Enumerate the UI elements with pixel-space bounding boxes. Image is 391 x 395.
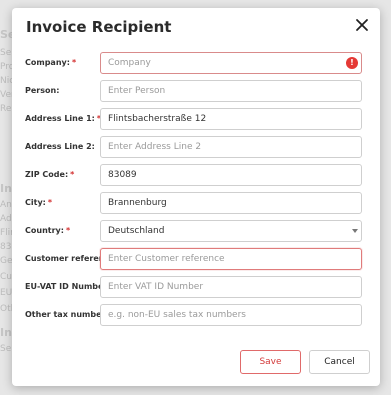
city-label: City: * bbox=[25, 198, 53, 207]
city-input[interactable] bbox=[100, 192, 362, 214]
address-line-1-row: Address Line 1: * bbox=[12, 108, 380, 130]
chevron-down-icon bbox=[352, 229, 358, 233]
required-marker: * bbox=[47, 198, 53, 207]
error-icon: ! bbox=[346, 57, 358, 69]
required-marker: * bbox=[70, 170, 75, 179]
other-tax-row: Other tax numbers: bbox=[12, 304, 380, 326]
zip-code-input[interactable] bbox=[100, 164, 362, 186]
company-label: Company: * bbox=[25, 58, 77, 67]
customer-reference-input[interactable] bbox=[100, 248, 362, 270]
other-tax-input[interactable] bbox=[100, 304, 362, 326]
customer-reference-row: Customer reference: bbox=[12, 248, 380, 270]
company-input[interactable] bbox=[100, 52, 362, 74]
address-line-1-label: Address Line 1: * bbox=[25, 114, 102, 123]
address-line-2-row: Address Line 2: bbox=[12, 136, 380, 158]
invoice-recipient-dialog: Invoice Recipient Company:* ! Person: Ad… bbox=[12, 8, 380, 386]
required-marker: * bbox=[71, 58, 77, 67]
vat-id-input[interactable] bbox=[100, 276, 362, 298]
vat-id-label: EU-VAT ID Number: bbox=[25, 282, 111, 291]
required-marker: * bbox=[65, 226, 71, 235]
address-line-1-input[interactable] bbox=[100, 108, 362, 130]
city-row: City: * bbox=[12, 192, 380, 214]
vat-id-row: EU-VAT ID Number: bbox=[12, 276, 380, 298]
zip-code-row: ZIP Code: * bbox=[12, 164, 380, 186]
address-line-2-label: Address Line 2: bbox=[25, 142, 95, 151]
person-label: Person: bbox=[25, 86, 60, 95]
country-select[interactable]: Deutschland bbox=[100, 220, 362, 242]
save-button[interactable]: Save bbox=[240, 350, 301, 374]
company-row: Company:* ! bbox=[12, 52, 380, 74]
country-label: Country: * bbox=[25, 226, 71, 235]
address-line-2-input[interactable] bbox=[100, 136, 362, 158]
person-row: Person: bbox=[12, 80, 380, 102]
dialog-title: Invoice Recipient bbox=[26, 18, 172, 36]
cancel-button[interactable]: Cancel bbox=[309, 350, 370, 374]
close-icon[interactable] bbox=[354, 17, 370, 33]
country-row: Country: * Deutschland bbox=[12, 220, 380, 242]
zip-code-label: ZIP Code: * bbox=[25, 170, 75, 179]
person-input[interactable] bbox=[100, 80, 362, 102]
